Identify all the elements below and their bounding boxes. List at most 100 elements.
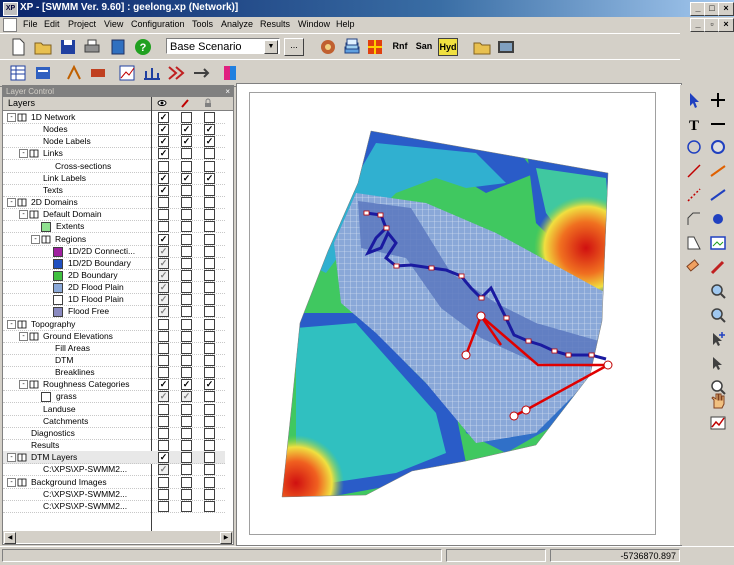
editable-checkbox[interactable]: [181, 488, 192, 500]
editable-checkbox[interactable]: [181, 197, 192, 209]
paint-icon[interactable]: [220, 63, 240, 83]
menu-results[interactable]: Results: [260, 19, 290, 29]
image-icon[interactable]: [496, 37, 516, 57]
layer-row[interactable]: 2D Flood Plain ✓: [3, 281, 225, 295]
print-icon[interactable]: [82, 37, 102, 57]
hydraulics-button[interactable]: Hyd: [438, 38, 458, 56]
layer-row[interactable]: - Links ✓: [3, 147, 225, 161]
runoff-button[interactable]: Rnf: [390, 38, 410, 54]
menu-analyze[interactable]: Analyze: [221, 19, 253, 29]
visibility-icon[interactable]: [157, 98, 167, 108]
collapse-toggle[interactable]: -: [19, 149, 28, 159]
folder-link-icon[interactable]: [472, 37, 492, 57]
layer-row[interactable]: Cross-sections: [3, 160, 225, 173]
editable-checkbox[interactable]: [181, 148, 192, 160]
visible-checkbox[interactable]: ✓: [158, 379, 169, 391]
locked-checkbox[interactable]: [204, 233, 215, 245]
locked-checkbox[interactable]: [204, 209, 215, 221]
edit-icon[interactable]: [180, 98, 190, 108]
menu-tools[interactable]: Tools: [192, 19, 213, 29]
sanitary-button[interactable]: San: [414, 38, 434, 54]
layer-row[interactable]: grass ✓ ✓: [3, 390, 225, 404]
layer-row[interactable]: - Roughness Categories ✓ ✓ ✓: [3, 378, 225, 392]
visible-checkbox[interactable]: ✓: [158, 233, 169, 245]
visible-checkbox[interactable]: ✓: [158, 464, 169, 476]
visible-checkbox[interactable]: [158, 500, 169, 512]
minus-icon[interactable]: [708, 114, 728, 134]
layer-row[interactable]: Landuse: [3, 403, 225, 416]
scenario-browse-button[interactable]: ...: [284, 38, 304, 56]
conduit-icon[interactable]: [708, 185, 728, 205]
locked-checkbox[interactable]: [204, 148, 215, 160]
zoom-icon[interactable]: [708, 281, 728, 301]
editable-checkbox[interactable]: [181, 269, 192, 281]
visible-checkbox[interactable]: ✓: [158, 282, 169, 294]
collapse-toggle[interactable]: -: [7, 198, 16, 208]
polyline-tool-icon[interactable]: [684, 185, 704, 205]
layer-row[interactable]: Breaklines: [3, 366, 225, 380]
lock-icon[interactable]: [203, 98, 213, 108]
visible-checkbox[interactable]: ✓: [158, 269, 169, 281]
editable-checkbox[interactable]: [181, 367, 192, 379]
locked-checkbox[interactable]: [204, 464, 215, 476]
scenario-select[interactable]: Base Scenario ▼: [166, 38, 280, 54]
menu-project[interactable]: Project: [68, 19, 96, 29]
locked-checkbox[interactable]: [204, 367, 215, 379]
locked-checkbox[interactable]: ✓: [204, 136, 215, 148]
visible-checkbox[interactable]: [158, 221, 169, 233]
editable-checkbox[interactable]: ✓: [181, 136, 192, 148]
layer-row[interactable]: - Regions ✓: [3, 233, 225, 246]
layer-row[interactable]: 2D Boundary ✓: [3, 269, 225, 282]
visible-checkbox[interactable]: [158, 197, 169, 209]
visible-checkbox[interactable]: ✓: [158, 112, 169, 123]
editable-checkbox[interactable]: [181, 282, 192, 294]
editable-checkbox[interactable]: [181, 318, 192, 330]
layer-row[interactable]: Catchments: [3, 415, 225, 428]
editable-checkbox[interactable]: [181, 427, 192, 439]
locked-checkbox[interactable]: [204, 257, 215, 269]
visible-checkbox[interactable]: ✓: [158, 391, 169, 403]
flow-icon[interactable]: [166, 63, 186, 83]
locked-checkbox[interactable]: [204, 160, 215, 172]
collapse-toggle[interactable]: -: [7, 453, 16, 463]
locked-checkbox[interactable]: [204, 318, 215, 330]
chevron-down-icon[interactable]: ▼: [264, 40, 278, 54]
layer-row[interactable]: 1D Flood Plain ✓: [3, 293, 225, 307]
locked-checkbox[interactable]: [204, 440, 215, 452]
visible-checkbox[interactable]: [158, 440, 169, 452]
editable-checkbox[interactable]: [181, 112, 192, 123]
editable-checkbox[interactable]: [181, 342, 192, 354]
editable-checkbox[interactable]: [181, 209, 192, 221]
menu-window[interactable]: Window: [298, 19, 330, 29]
layer-row[interactable]: 1D/2D Boundary ✓: [3, 257, 225, 270]
horizontal-scrollbar[interactable]: ◀ ▶: [3, 531, 233, 544]
editable-checkbox[interactable]: [181, 294, 192, 306]
layer-row[interactable]: Node Labels ✓ ✓ ✓: [3, 135, 225, 149]
locked-checkbox[interactable]: [204, 500, 215, 512]
layer-row[interactable]: Link Labels ✓ ✓ ✓: [3, 172, 225, 185]
layer-row[interactable]: Flood Free ✓: [3, 305, 225, 319]
visible-checkbox[interactable]: [158, 427, 169, 439]
locked-checkbox[interactable]: ✓: [204, 124, 215, 136]
editable-checkbox[interactable]: ✓: [181, 124, 192, 136]
collapse-toggle[interactable]: -: [7, 113, 16, 122]
layer-row[interactable]: Texts ✓: [3, 184, 225, 197]
scroll-right-icon[interactable]: ▶: [220, 532, 232, 544]
pointer-icon[interactable]: [684, 90, 704, 110]
close-icon[interactable]: ×: [225, 86, 230, 97]
area-tool-icon[interactable]: [684, 233, 704, 253]
layer-row[interactable]: - Default Domain: [3, 208, 225, 222]
editable-checkbox[interactable]: ✓: [181, 391, 192, 403]
editable-checkbox[interactable]: [181, 184, 192, 196]
visible-checkbox[interactable]: [158, 415, 169, 427]
line-tool-icon[interactable]: [684, 161, 704, 181]
editable-checkbox[interactable]: ✓: [181, 172, 192, 184]
visible-checkbox[interactable]: [158, 160, 169, 172]
layer-row[interactable]: C:\XPS\XP-SWMM2...: [3, 488, 225, 501]
editable-checkbox[interactable]: [181, 257, 192, 269]
locked-checkbox[interactable]: [204, 415, 215, 427]
visible-checkbox[interactable]: ✓: [158, 172, 169, 184]
locked-checkbox[interactable]: [204, 294, 215, 306]
run-icon[interactable]: [318, 37, 338, 57]
zoom-in-icon[interactable]: [708, 305, 728, 325]
